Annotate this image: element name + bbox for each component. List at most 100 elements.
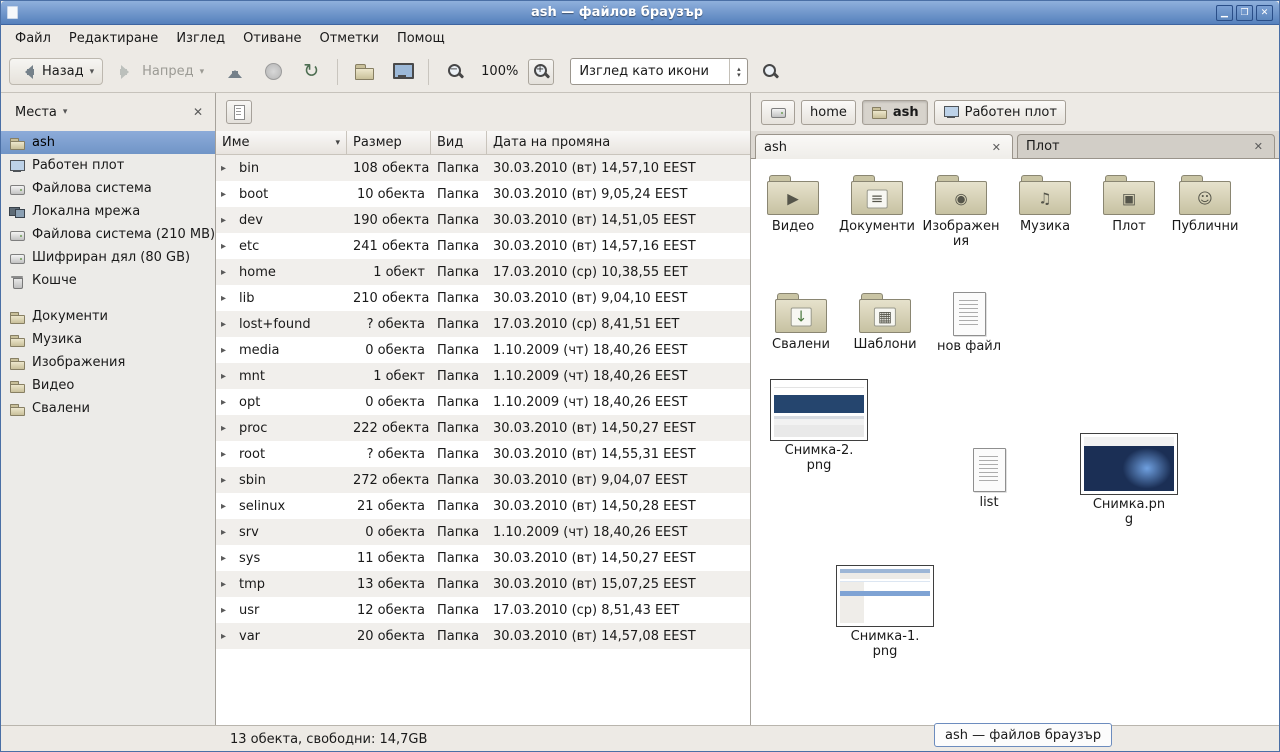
forward-button[interactable]: Напред ▾ (109, 58, 213, 85)
stop-button[interactable] (257, 57, 289, 87)
back-button[interactable]: Назад ▾ (9, 58, 103, 85)
sidebar-item[interactable]: Документи (1, 305, 215, 328)
expander-icon[interactable]: ▸ (221, 631, 231, 642)
file-icon-item[interactable]: Музика (1003, 173, 1087, 235)
expander-icon[interactable]: ▸ (221, 397, 231, 408)
file-row[interactable]: ▸ srv 0 обекта Папка 1.10.2009 (чт) 18,4… (216, 519, 750, 545)
expander-icon[interactable]: ▸ (221, 449, 231, 460)
places-selector[interactable]: Места ▾ (9, 101, 73, 124)
file-row[interactable]: ▸ usr 12 обекта Папка 17.03.2010 (ср) 8,… (216, 597, 750, 623)
expander-icon[interactable]: ▸ (221, 501, 231, 512)
file-row[interactable]: ▸ sys 11 обекта Папка 30.03.2010 (вт) 14… (216, 545, 750, 571)
file-icon-item[interactable]: Снимка-2.png (767, 379, 871, 474)
file-icon-item[interactable]: Шаблони (843, 291, 927, 353)
maximize-button[interactable]: ❒ (1236, 5, 1253, 21)
expander-icon[interactable]: ▸ (221, 423, 231, 434)
expander-icon[interactable]: ▸ (221, 553, 231, 564)
zoom-out-button[interactable]: − (439, 57, 471, 87)
column-header-type[interactable]: Вид (431, 131, 487, 155)
sidebar-item[interactable]: ash (1, 131, 215, 154)
breadcrumb-button[interactable]: Работен плот (934, 100, 1066, 125)
file-row[interactable]: ▸ proc 222 обекта Папка 30.03.2010 (вт) … (216, 415, 750, 441)
expander-icon[interactable]: ▸ (221, 267, 231, 278)
file-row[interactable]: ▸ opt 0 обекта Папка 1.10.2009 (чт) 18,4… (216, 389, 750, 415)
sidebar-close-icon[interactable]: ✕ (189, 103, 207, 121)
file-row[interactable]: ▸ tmp 13 обекта Папка 30.03.2010 (вт) 15… (216, 571, 750, 597)
menu-item[interactable]: Изглед (168, 27, 233, 50)
file-icon-item[interactable]: Изображения (919, 173, 1003, 250)
file-row[interactable]: ▸ var 20 обекта Папка 30.03.2010 (вт) 14… (216, 623, 750, 649)
file-icon-item[interactable]: Снимка-1.png (833, 565, 937, 660)
expander-icon[interactable]: ▸ (221, 215, 231, 226)
file-row[interactable]: ▸ sbin 272 обекта Папка 30.03.2010 (вт) … (216, 467, 750, 493)
file-row[interactable]: ▸ home 1 обект Папка 17.03.2010 (ср) 10,… (216, 259, 750, 285)
expander-icon[interactable]: ▸ (221, 475, 231, 486)
zoom-level[interactable]: 100% (477, 64, 522, 79)
expander-icon[interactable]: ▸ (221, 527, 231, 538)
expander-icon[interactable]: ▸ (221, 189, 231, 200)
expander-icon[interactable]: ▸ (221, 241, 231, 252)
sidebar-item[interactable]: Работен плот (1, 154, 215, 177)
file-icon-item[interactable]: Снимка.png (1077, 433, 1181, 528)
expander-icon[interactable]: ▸ (221, 163, 231, 174)
sidebar-item[interactable]: Изображения (1, 351, 215, 374)
file-row[interactable]: ▸ lost+found ? обекта Папка 17.03.2010 (… (216, 311, 750, 337)
column-header-name[interactable]: Име ▾ (216, 131, 347, 155)
file-icon-item[interactable]: Плот (1087, 173, 1171, 235)
file-row[interactable]: ▸ dev 190 обекта Папка 30.03.2010 (вт) 1… (216, 207, 750, 233)
menu-item[interactable]: Отметки (311, 27, 386, 50)
sidebar-item[interactable]: Кошче (1, 269, 215, 292)
minimize-button[interactable]: ▁ (1216, 5, 1233, 21)
column-header-size[interactable]: Размер (347, 131, 431, 155)
menu-item[interactable]: Помощ (389, 27, 453, 50)
expander-icon[interactable]: ▸ (221, 293, 231, 304)
tab-close-icon[interactable]: ✕ (989, 140, 1004, 155)
file-row[interactable]: ▸ selinux 21 обекта Папка 30.03.2010 (вт… (216, 493, 750, 519)
breadcrumb-button[interactable] (761, 100, 795, 125)
expander-icon[interactable]: ▸ (221, 319, 231, 330)
back-history-dropdown-icon[interactable]: ▾ (90, 67, 95, 77)
menu-item[interactable]: Файл (7, 27, 59, 50)
view-mode-select[interactable]: Изглед като икони ▴▾ (570, 58, 748, 85)
tab-close-icon[interactable]: ✕ (1251, 139, 1266, 154)
file-row[interactable]: ▸ root ? обекта Папка 30.03.2010 (вт) 14… (216, 441, 750, 467)
tab[interactable]: Плот ✕ (1017, 134, 1275, 158)
computer-button[interactable] (386, 57, 418, 87)
menu-item[interactable]: Отиване (235, 27, 309, 50)
zoom-in-button[interactable]: + (528, 59, 554, 85)
breadcrumb-button[interactable]: home (801, 100, 856, 125)
file-icon-item[interactable]: Документи (835, 173, 919, 235)
breadcrumb-button[interactable]: ash (862, 100, 928, 125)
file-row[interactable]: ▸ boot 10 обекта Папка 30.03.2010 (вт) 9… (216, 181, 750, 207)
tab[interactable]: ash ✕ (755, 134, 1013, 159)
search-button[interactable] (754, 57, 786, 87)
combo-spin-icon[interactable]: ▴▾ (729, 59, 747, 84)
file-row[interactable]: ▸ mnt 1 обект Папка 1.10.2009 (чт) 18,40… (216, 363, 750, 389)
file-icon-item[interactable]: Свалени (759, 291, 843, 353)
sidebar-item[interactable]: Локална мрежа (1, 200, 215, 223)
close-button[interactable]: ✕ (1256, 5, 1273, 21)
file-row[interactable]: ▸ lib 210 обекта Папка 30.03.2010 (вт) 9… (216, 285, 750, 311)
file-icon-item[interactable]: нов файл (927, 291, 1011, 355)
file-row[interactable]: ▸ etc 241 обекта Папка 30.03.2010 (вт) 1… (216, 233, 750, 259)
file-row[interactable]: ▸ media 0 обекта Папка 1.10.2009 (чт) 18… (216, 337, 750, 363)
sidebar-item[interactable]: Файлова система (210 MB) (1, 223, 215, 246)
up-button[interactable] (219, 57, 251, 87)
sidebar-item[interactable]: Файлова система (1, 177, 215, 200)
home-button[interactable] (348, 57, 380, 87)
column-header-date[interactable]: Дата на промяна (487, 131, 750, 155)
location-button[interactable] (226, 100, 252, 124)
file-icon-item[interactable]: Видео (751, 173, 835, 235)
file-icon-item[interactable]: list (947, 447, 1031, 511)
reload-button[interactable]: ↻ (295, 57, 327, 87)
expander-icon[interactable]: ▸ (221, 605, 231, 616)
expander-icon[interactable]: ▸ (221, 579, 231, 590)
file-icon-item[interactable]: Публични (1163, 173, 1247, 235)
sidebar-item[interactable]: Шифриран дял (80 GB) (1, 246, 215, 269)
sidebar-item[interactable]: Свалени (1, 397, 215, 420)
sidebar-item[interactable]: Музика (1, 328, 215, 351)
expander-icon[interactable]: ▸ (221, 345, 231, 356)
titlebar[interactable]: ash — файлов браузър ▁ ❒ ✕ (1, 1, 1279, 25)
sidebar-item[interactable]: Видео (1, 374, 215, 397)
menu-item[interactable]: Редактиране (61, 27, 166, 50)
